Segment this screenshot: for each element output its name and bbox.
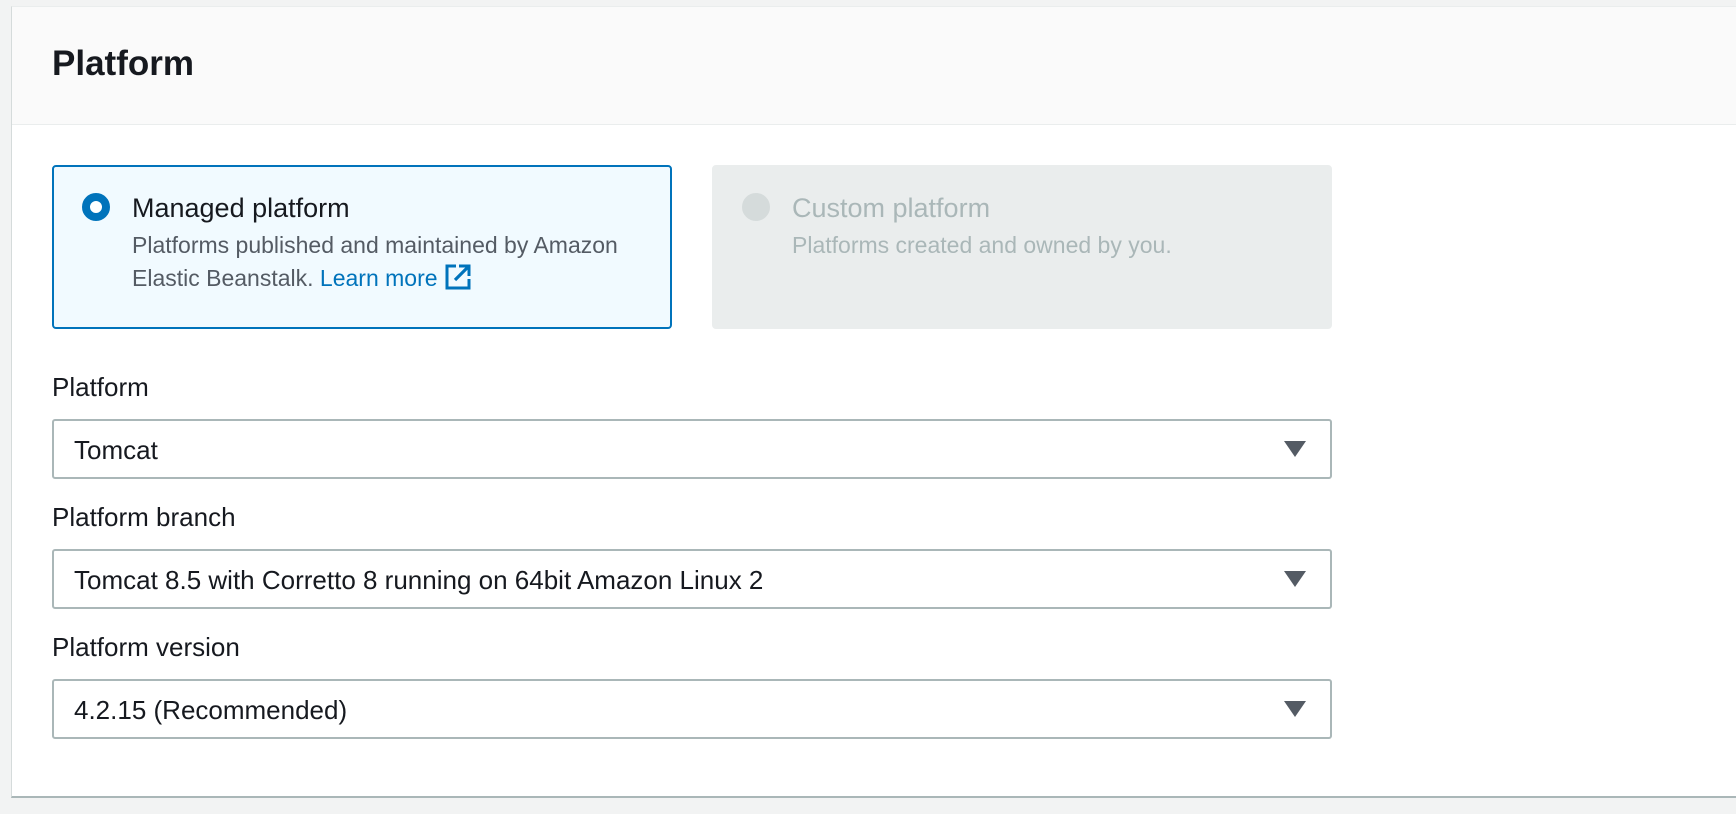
platform-select-value: Tomcat <box>74 435 158 465</box>
panel-title: Platform <box>52 44 194 83</box>
platform-select[interactable]: Tomcat <box>52 419 1332 479</box>
platform-version-label: Platform version <box>52 632 240 662</box>
custom-platform-title: Custom platform <box>792 193 991 223</box>
external-link-icon[interactable] <box>444 263 472 291</box>
managed-platform-title: Managed platform <box>132 193 350 223</box>
custom-platform-description: Platforms created and owned by you. <box>792 232 1172 258</box>
custom-platform-tile: Custom platform Platforms created and ow… <box>712 165 1332 329</box>
platform-panel: Platform Managed platform Platforms publ… <box>11 6 1736 798</box>
managed-platform-radio[interactable] <box>82 193 110 221</box>
caret-down-icon <box>1284 571 1306 587</box>
platform-branch-select[interactable]: Tomcat 8.5 with Corretto 8 running on 64… <box>52 549 1332 609</box>
caret-down-icon <box>1284 441 1306 457</box>
caret-down-icon <box>1284 701 1306 717</box>
platform-label: Platform <box>52 372 149 402</box>
managed-platform-description: Platforms published and maintained by Am… <box>132 229 632 295</box>
platform-branch-select-value: Tomcat 8.5 with Corretto 8 running on 64… <box>74 565 764 595</box>
custom-platform-radio <box>742 193 770 221</box>
managed-platform-tile[interactable]: Managed platform Platforms published and… <box>52 165 672 329</box>
panel-header: Platform <box>12 7 1736 125</box>
platform-version-select-value: 4.2.15 (Recommended) <box>74 695 348 725</box>
learn-more-link[interactable]: Learn more <box>320 265 438 291</box>
platform-branch-label: Platform branch <box>52 502 236 532</box>
platform-version-select[interactable]: 4.2.15 (Recommended) <box>52 679 1332 739</box>
